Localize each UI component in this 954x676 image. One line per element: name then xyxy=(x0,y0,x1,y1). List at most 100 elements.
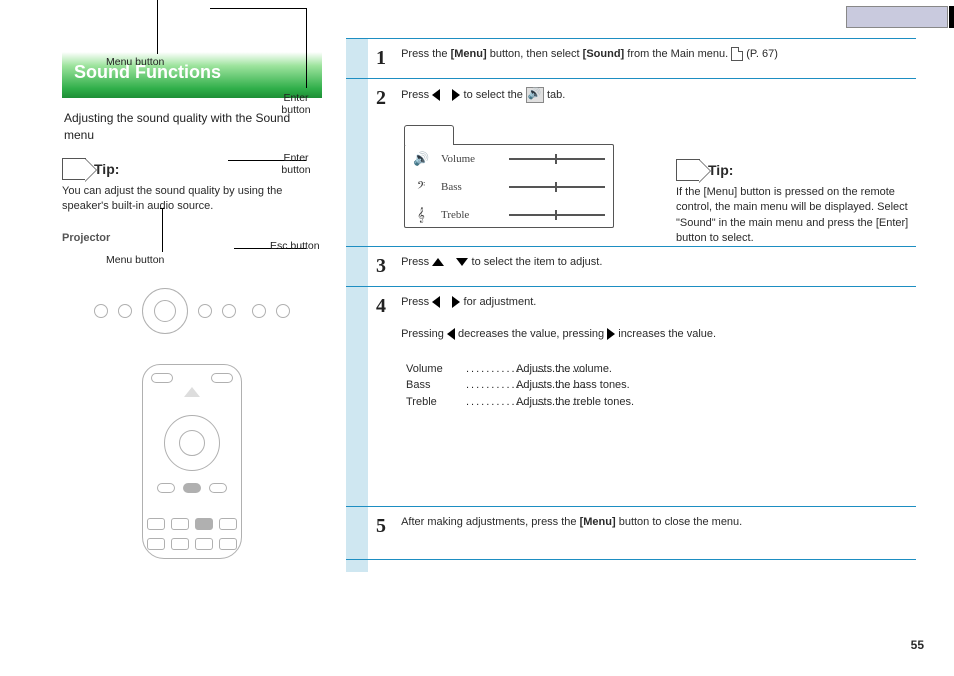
tip-right-label: Tip: xyxy=(708,162,733,178)
sound-bold: [Sound] xyxy=(583,48,625,60)
step-5-text-a: After making adjustments, press the xyxy=(401,516,580,528)
step-5-body: After making adjustments, press the [Men… xyxy=(401,515,901,531)
remote-top-btn-l xyxy=(151,373,173,383)
pill-3 xyxy=(209,483,227,493)
osd-label-bass: Bass xyxy=(441,181,497,193)
step-1-page-ref: (P. 67) xyxy=(746,48,778,60)
steps-column: 1 Press the [Menu] button, then select [… xyxy=(346,38,916,560)
step-4-number: 4 xyxy=(376,295,398,318)
step-2-number: 2 xyxy=(376,87,398,110)
remote-disc xyxy=(164,415,220,471)
submenu-row-bass: Bass Adjusts the bass tones. xyxy=(406,377,916,394)
step-4: 4 Press for adjustment. Pressing decreas… xyxy=(346,286,916,506)
remote-btn-row-2 xyxy=(147,518,237,530)
remote-top-btn-r xyxy=(211,373,233,383)
osd-bar-bass xyxy=(509,186,605,188)
step-2-text-a: Press xyxy=(401,89,432,101)
submenu-lbl-treble: Treble xyxy=(406,394,516,411)
small-button-4 xyxy=(252,304,266,318)
lead-label-esc: Esc button xyxy=(270,240,320,252)
tip-label: Tip: xyxy=(94,161,119,177)
bass-icon: 𝄢 xyxy=(413,179,429,195)
step-1-body: Press the [Menu] button, then select [So… xyxy=(401,47,901,63)
pill-2 xyxy=(183,483,201,493)
menu-bold: [Menu] xyxy=(451,48,487,60)
osd-label-volume: Volume xyxy=(441,153,497,165)
submenu-row-volume: Volume Adjusts the volume. xyxy=(406,361,916,378)
sound-tab-icon xyxy=(526,87,544,103)
remote-body xyxy=(142,364,242,559)
rect-8 xyxy=(219,538,237,550)
step-4-extra-b: increases the value. xyxy=(618,328,716,340)
small-button-1 xyxy=(118,304,132,318)
osd-preview: 🔊 Volume 𝄢 Bass 𝄞 Treble xyxy=(404,144,614,228)
step-5-text-b: button to close the menu. xyxy=(619,516,743,528)
step-3: 3 Press to select the item to adjust. xyxy=(346,246,916,286)
small-button-2 xyxy=(198,304,212,318)
pill-1 xyxy=(157,483,175,493)
dpad-top-icon xyxy=(142,288,188,334)
submenu-lbl-bass: Bass xyxy=(406,377,516,394)
rect-1 xyxy=(147,518,165,530)
step-3-body: Press to select the item to adjust. xyxy=(401,255,901,271)
step-1-text-c: from the Main menu. xyxy=(627,48,731,60)
rect-7 xyxy=(195,538,213,550)
lead-label-enter: Enter button xyxy=(270,152,322,176)
step-5: 5 After making adjustments, press the [M… xyxy=(346,506,916,560)
rect-3 xyxy=(195,518,213,530)
step-2-trailing: tab. xyxy=(547,89,565,101)
lead-label-top-enter: Enter button xyxy=(270,92,322,116)
step-4-extra-a: Pressing xyxy=(401,328,447,340)
power-icon xyxy=(94,304,108,318)
triangle-right-icon-3 xyxy=(607,328,615,340)
step-4-text-b: for adjustment. xyxy=(464,296,537,308)
small-button-3 xyxy=(222,304,236,318)
osd-row-treble: 𝄞 Treble xyxy=(405,201,613,229)
rect-2 xyxy=(171,518,189,530)
step-3-number: 3 xyxy=(376,255,398,278)
osd-tab xyxy=(404,125,454,145)
left-column: Sound Functions Adjusting the sound qual… xyxy=(62,52,322,559)
lead-label-menu-top: Menu button xyxy=(106,56,164,68)
triangle-left-icon-3 xyxy=(447,328,455,340)
triangle-right-icon-2 xyxy=(452,296,460,308)
triangle-right-icon xyxy=(452,89,460,101)
step-4-extra-mid: decreases the value, pressing xyxy=(458,328,607,340)
remote-diagram: Menu button Enter button Enter button Me… xyxy=(62,288,322,559)
step-2-body: Press to select the tab. xyxy=(401,87,901,104)
page-number: 55 xyxy=(911,638,924,652)
triangle-up-icon xyxy=(432,258,444,266)
step-3-text-b: to select the item to adjust. xyxy=(472,256,603,268)
volume-icon: 🔊 xyxy=(413,151,429,167)
submenu-row-treble: Treble Adjusts the treble tones. xyxy=(406,394,916,411)
tip-right-text: If the [Menu] button is pressed on the r… xyxy=(676,185,916,247)
step-4-text-a: Press xyxy=(401,296,432,308)
step-2-text-b: to select the xyxy=(464,89,526,101)
triangle-left-icon-2 xyxy=(432,296,440,308)
tip-arrow-right-icon xyxy=(676,159,700,181)
lead-label-menu: Menu button xyxy=(106,254,164,266)
tip-right: Tip: If the [Menu] button is pressed on … xyxy=(676,159,916,247)
page-corner-decoration xyxy=(846,6,948,28)
treble-icon: 𝄞 xyxy=(413,207,429,223)
step-4-submenu: Volume Adjusts the volume. Bass Adjusts … xyxy=(406,361,916,411)
tip-text: You can adjust the sound quality by usin… xyxy=(62,184,322,215)
step-1-text-b: button, then select xyxy=(490,48,583,60)
osd-label-treble: Treble xyxy=(441,209,497,221)
step-1: 1 Press the [Menu] button, then select [… xyxy=(346,38,916,78)
step-5-number: 5 xyxy=(376,515,398,538)
step-4-body: Press for adjustment. Pressing decreases… xyxy=(401,295,901,343)
triangle-down-icon xyxy=(456,258,468,266)
osd-row-bass: 𝄢 Bass xyxy=(405,173,613,201)
remote-btn-row-3 xyxy=(147,538,237,550)
step-1-text-a: Press the xyxy=(401,48,451,60)
rect-6 xyxy=(171,538,189,550)
rect-4 xyxy=(219,518,237,530)
step-2: 2 Press to select the tab. 🔊 Volume 𝄢 Ba… xyxy=(346,78,916,246)
tip-arrow-icon xyxy=(62,158,86,180)
osd-bar-volume xyxy=(509,158,605,160)
menu-bold-2: [Menu] xyxy=(580,516,616,528)
triangle-left-icon xyxy=(432,89,440,101)
osd-row-volume: 🔊 Volume xyxy=(405,145,613,173)
step-1-number: 1 xyxy=(376,47,398,70)
